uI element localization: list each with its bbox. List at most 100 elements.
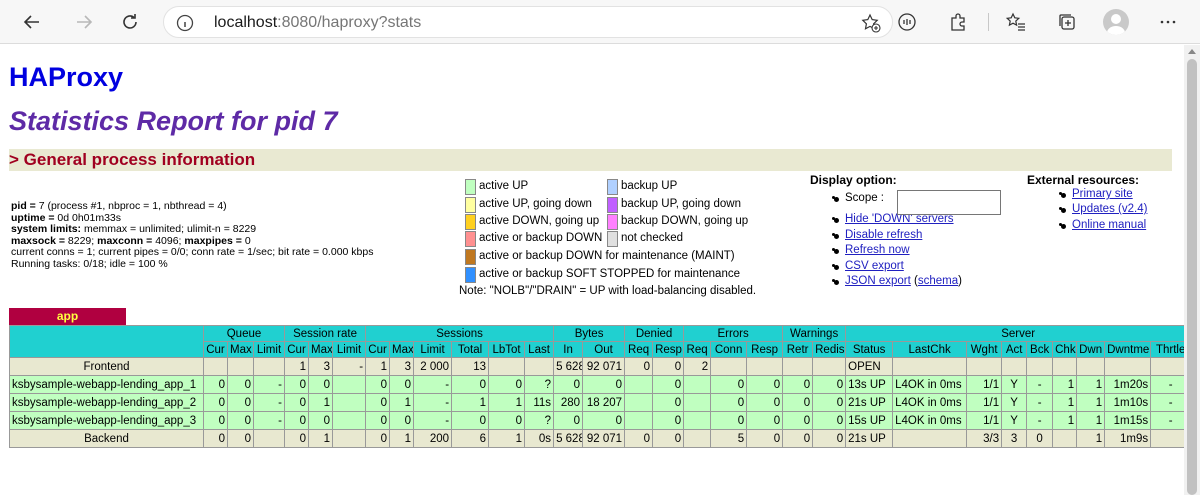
cell-value: 92 071 [586,360,623,373]
group-header: Errors [683,325,784,342]
scroll-up-arrow-icon[interactable] [1188,49,1196,54]
cell-value: 0 [773,396,781,409]
updates-link[interactable]: Updates (v2.4) [1072,203,1147,215]
table-cell: 0 [710,375,748,394]
row-name-cell[interactable]: ksbysample-webapp-lending_app_3 [9,411,204,430]
cell-value: - [1037,378,1042,391]
cell-value: 0 [380,414,388,427]
table-cell: 0 [365,429,391,448]
bullet-icon [834,197,839,202]
cell-value: 0 [380,396,388,409]
scope-input[interactable] [897,190,1001,215]
cell-value: 21s UP [848,432,886,445]
cell-value: 1 [1095,414,1103,427]
cell-value: 1 [380,360,388,373]
refresh-button[interactable] [114,6,146,38]
column-header: Resp [652,341,685,358]
backend-row: Backend 0 0 0 1 0 1 200 6 1 0s 5 628 92 071 0 0 5 0 0 0 21s… [9,429,1184,448]
legend-swatch [465,179,476,195]
cell-value: - [445,414,450,427]
more-menu-button[interactable] [1152,6,1184,38]
row-name-cell[interactable]: ksbysample-webapp-lending_app_2 [9,393,204,412]
cell-value: 0 [404,414,412,427]
legend-swatch [465,214,476,230]
row-name-cell[interactable]: Backend [9,429,204,448]
cell-value: 0 [380,432,388,445]
row-name-cell[interactable]: ksbysample-webapp-lending_app_1 [9,375,204,394]
proxy-name-tab[interactable]: app [9,308,126,325]
group-header: Queue [202,325,286,342]
cell-value: 0 [299,396,307,409]
table-cell: - [1026,411,1054,430]
url-text[interactable]: localhost:8080/haproxy?stats [214,14,421,32]
column-header: Req [624,341,654,358]
cell-value: 0 [674,414,682,427]
table-cell: - [252,375,286,394]
table-cell: 0 [203,393,228,412]
column-header: LastChk [892,341,968,358]
table-cell: L4OK in 0ms [892,393,968,412]
group-header: Server [845,325,1184,342]
cell-value: 0 [803,396,811,409]
primary-site-link[interactable]: Primary site [1072,188,1133,200]
table-cell [782,357,814,376]
table-cell: 0 [746,411,784,430]
cell-value: 0 [643,432,651,445]
bullet-icon [834,218,839,223]
cell-value: OPEN [848,360,881,373]
column-header: Chk [1052,341,1078,358]
read-aloud-button[interactable] [891,6,923,38]
stats-table: Queue Session rate Sessions Bytes Denied Erro… [9,325,1184,448]
table-cell [252,429,286,448]
table-cell: 11s [524,393,555,412]
online-manual-link[interactable]: Online manual [1072,219,1146,231]
cell-value: L4OK in 0ms [895,396,962,409]
cell-value: - [278,414,283,427]
table-cell: Y [1001,411,1028,430]
arrow-left-icon [23,15,39,29]
row-name-cell[interactable]: Frontend [9,357,204,376]
disable-refresh-link[interactable]: Disable refresh [845,229,922,241]
refresh-now-link[interactable]: Refresh now [845,244,910,256]
table-cell [488,357,526,376]
collections-button[interactable] [1051,6,1083,38]
column-header: Resp [746,341,784,358]
table-cell [812,357,847,376]
cell-value: 0 [299,432,307,445]
table-cell: 0 [782,411,814,430]
table-cell: 1 [389,429,415,448]
favorites-button[interactable] [1000,6,1032,38]
cell-value: 1 [323,396,331,409]
column-header: Conn [710,341,748,358]
table-cell: 1 [308,393,334,412]
table-cell: 1 [1052,375,1078,394]
cell-value: 92 071 [586,432,623,445]
table-cell: 0 [812,411,847,430]
table-cell [332,429,367,448]
forward-button[interactable] [68,6,100,38]
json-export-link[interactable]: JSON export [845,275,911,287]
cell-value: ksbysample-webapp-lending_app_1 [12,378,197,391]
vertical-scrollbar[interactable] [1184,45,1200,495]
cell-value: 2 000 [420,360,450,373]
add-favorite-icon[interactable] [860,12,882,34]
back-button[interactable] [16,6,48,38]
group-header: Warnings [782,325,847,342]
table-cell: 0 [782,393,814,412]
cell-value: 0 [803,432,811,445]
server-row: ksbysample-webapp-lending_app_2 0 0 - 0 1 0 1 - 1… [9,393,1184,412]
schema-link[interactable]: schema [918,275,958,287]
server-row: ksbysample-webapp-lending_app_3 0 0 - 0 0 0 0 - 0… [9,411,1184,430]
bullet-icon [834,265,839,270]
cell-value: L4OK in 0ms [895,414,962,427]
table-cell: 0 [746,375,784,394]
address-bar[interactable]: localhost:8080/haproxy?stats [163,6,893,38]
cell-value: Y [1010,396,1018,409]
info-icon[interactable] [176,14,194,32]
extensions-button[interactable] [942,6,974,38]
profile-avatar[interactable] [1103,9,1129,35]
csv-export-link[interactable]: CSV export [845,260,904,272]
bullet-icon [834,280,839,285]
group-header: Denied [624,325,685,342]
scroll-thumb[interactable] [1187,59,1197,495]
